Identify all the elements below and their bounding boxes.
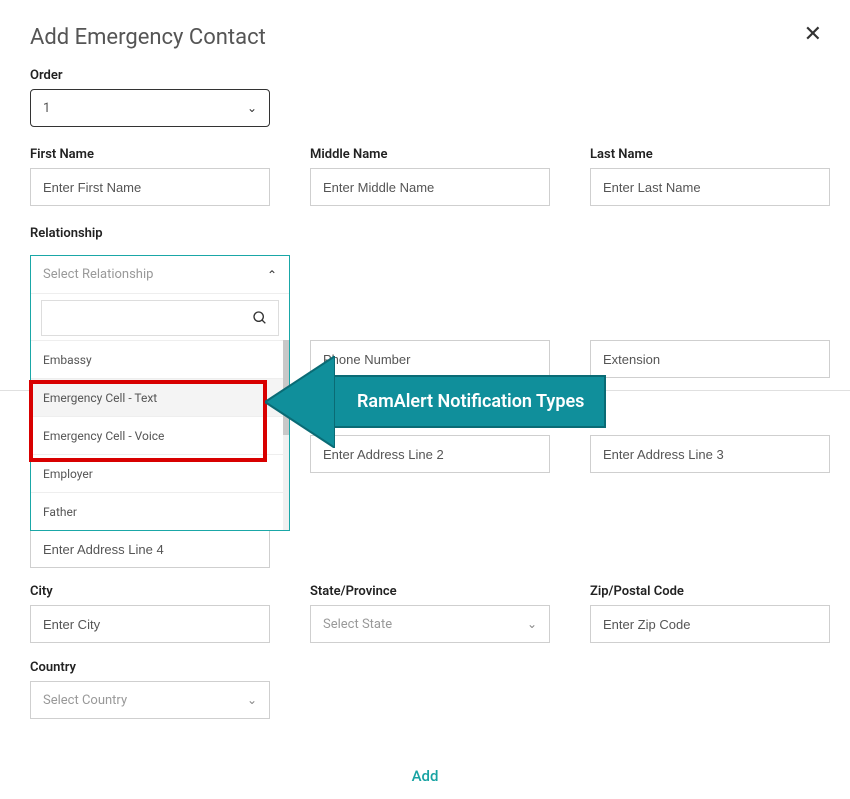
relationship-option-emergency-cell-text[interactable]: Emergency Cell - Text (31, 378, 289, 416)
order-select[interactable]: 1 ⌄ (30, 89, 270, 127)
country-placeholder: Select Country (43, 693, 127, 708)
modal-title: Add Emergency Contact (30, 25, 820, 50)
relationship-option-embassy[interactable]: Embassy (31, 340, 289, 378)
country-select[interactable]: Select Country ⌄ (30, 681, 270, 719)
arrow-left-icon (265, 356, 335, 448)
annotation-arrow: RamAlert Notification Types (265, 375, 606, 428)
relationship-search-input[interactable] (41, 300, 279, 336)
relationship-options-list: Embassy Emergency Cell - Text Emergency … (31, 340, 289, 530)
middle-name-label: Middle Name (310, 147, 550, 162)
chevron-down-icon: ⌄ (527, 617, 537, 631)
country-label: Country (30, 660, 270, 675)
state-placeholder: Select State (323, 617, 392, 632)
extension-input[interactable] (590, 340, 830, 378)
order-label: Order (30, 68, 820, 83)
first-name-input[interactable] (30, 168, 270, 206)
chevron-down-icon: ⌄ (247, 693, 257, 707)
zip-input[interactable] (590, 605, 830, 643)
chevron-down-icon: ⌄ (247, 101, 257, 115)
middle-name-input[interactable] (310, 168, 550, 206)
zip-label: Zip/Postal Code (590, 584, 830, 599)
chevron-up-icon: ⌃ (267, 268, 277, 282)
add-button[interactable]: Add (0, 767, 850, 785)
first-name-label: First Name (30, 147, 270, 162)
city-input[interactable] (30, 605, 270, 643)
relationship-dropdown[interactable]: Select Relationship ⌃ Embassy Emergency … (30, 255, 290, 531)
last-name-input[interactable] (590, 168, 830, 206)
close-button[interactable]: ✕ (804, 22, 822, 47)
last-name-label: Last Name (590, 147, 830, 162)
state-label: State/Province (310, 584, 550, 599)
address-line-3-input[interactable] (590, 435, 830, 473)
annotation-text: RamAlert Notification Types (333, 375, 606, 428)
relationship-dropdown-header[interactable]: Select Relationship ⌃ (31, 256, 289, 294)
order-value: 1 (43, 101, 50, 116)
relationship-option-father[interactable]: Father (31, 492, 289, 530)
search-icon (252, 310, 268, 326)
state-select[interactable]: Select State ⌄ (310, 605, 550, 643)
address-line-2-input[interactable] (310, 435, 550, 473)
relationship-option-emergency-cell-voice[interactable]: Emergency Cell - Voice (31, 416, 289, 454)
phone-input[interactable] (310, 340, 550, 378)
relationship-placeholder: Select Relationship (43, 267, 153, 282)
add-emergency-contact-modal: Add Emergency Contact ✕ Order 1 ⌄ First … (0, 0, 850, 241)
relationship-label: Relationship (30, 226, 820, 241)
address-line-4-input[interactable] (30, 530, 270, 568)
city-label: City (30, 584, 270, 599)
relationship-option-employer[interactable]: Employer (31, 454, 289, 492)
